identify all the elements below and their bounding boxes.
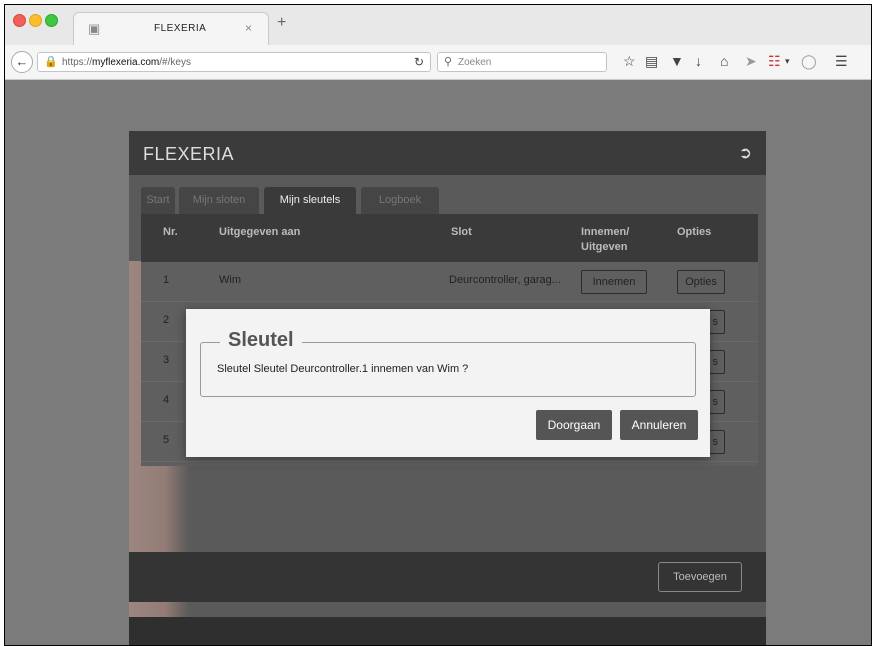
logout-icon[interactable]: ➲ — [739, 143, 752, 163]
row-nr: 5 — [163, 434, 170, 446]
reload-icon[interactable]: ↻ — [414, 55, 424, 69]
row-nr: 2 — [163, 314, 170, 326]
col-header-take-issue-1: Innemen/ — [581, 226, 630, 238]
url-text: https://myflexeria.com/#/keys — [62, 57, 191, 68]
options-button[interactable]: Opties — [677, 270, 725, 294]
table-header: Nr. Uitgegeven aan Slot Innemen/ Uitgeve… — [141, 214, 758, 262]
favicon-icon: ▣ — [88, 21, 101, 36]
row-issued-to: Wim — [219, 274, 241, 286]
tab-close-icon[interactable]: × — [245, 21, 252, 35]
bookmark-star-icon[interactable]: ☆ — [623, 53, 636, 69]
minimize-window-button[interactable] — [29, 14, 42, 27]
col-header-options: Opties — [677, 226, 712, 238]
close-window-button[interactable] — [13, 14, 26, 27]
maximize-window-button[interactable] — [45, 14, 58, 27]
app-header: FLEXERIA ➲ — [129, 131, 766, 175]
tab-mijn-sleutels[interactable]: Mijn sleutels — [264, 187, 356, 214]
download-icon[interactable]: ↓ — [695, 53, 702, 69]
col-header-issued-to: Uitgegeven aan — [219, 226, 301, 238]
home-icon[interactable]: ⌂ — [720, 53, 728, 69]
dialog-message: Sleutel Sleutel Deurcontroller.1 innemen… — [217, 363, 469, 375]
pdf-icon[interactable]: ☷ — [768, 53, 781, 69]
search-input[interactable]: ⚲ Zoeken — [437, 52, 607, 72]
tab-mijn-sloten[interactable]: Mijn sloten — [179, 187, 259, 214]
col-header-take-issue-2: Uitgeven — [581, 241, 628, 253]
reading-list-icon[interactable]: ▤ — [645, 53, 658, 69]
col-header-nr: Nr. — [163, 226, 178, 238]
send-icon[interactable]: ➤ — [745, 53, 757, 69]
chat-icon[interactable]: ◯ — [801, 53, 817, 69]
tab-bar: ▣ FLEXERIA × + — [5, 5, 871, 46]
new-tab-icon[interactable]: + — [277, 14, 286, 32]
menu-icon[interactable]: ☰ — [835, 53, 848, 69]
dialog-title: Sleutel — [220, 329, 302, 352]
search-placeholder: Zoeken — [458, 57, 492, 68]
pocket-icon[interactable]: ▼ — [670, 53, 684, 69]
navigation-bar: ← 🔒 https://myflexeria.com/#/keys ↻ ⚲ Zo… — [5, 45, 871, 80]
app-title: FLEXERIA — [143, 144, 235, 164]
browser-tab[interactable]: ▣ FLEXERIA × — [73, 12, 269, 45]
tab-logboek[interactable]: Logboek — [361, 187, 439, 214]
row-nr: 1 — [163, 274, 170, 286]
bottom-bar — [129, 617, 766, 645]
col-header-lock: Slot — [451, 226, 472, 238]
tab-start[interactable]: Start — [141, 187, 175, 214]
cancel-button[interactable]: Annuleren — [620, 410, 698, 440]
tab-title: FLEXERIA — [154, 23, 207, 34]
row-nr: 4 — [163, 394, 170, 406]
chevron-down-icon[interactable]: ▾ — [785, 53, 790, 69]
continue-button[interactable]: Doorgaan — [536, 410, 612, 440]
add-button[interactable]: Toevoegen — [658, 562, 742, 592]
take-back-button[interactable]: Innemen — [581, 270, 647, 294]
table-row: 1 Wim Deurcontroller, garag... Innemen O… — [141, 262, 758, 302]
url-bar[interactable]: 🔒 https://myflexeria.com/#/keys ↻ — [37, 52, 431, 72]
lock-icon: 🔒 — [44, 56, 58, 68]
confirm-dialog: Sleutel Sleutel Sleutel Deurcontroller.1… — [186, 309, 710, 457]
row-lock: Deurcontroller, garag... — [449, 274, 561, 286]
search-icon: ⚲ — [444, 56, 453, 68]
app-footer: Toevoegen — [129, 552, 766, 602]
back-button[interactable]: ← — [11, 51, 33, 73]
row-nr: 3 — [163, 354, 170, 366]
